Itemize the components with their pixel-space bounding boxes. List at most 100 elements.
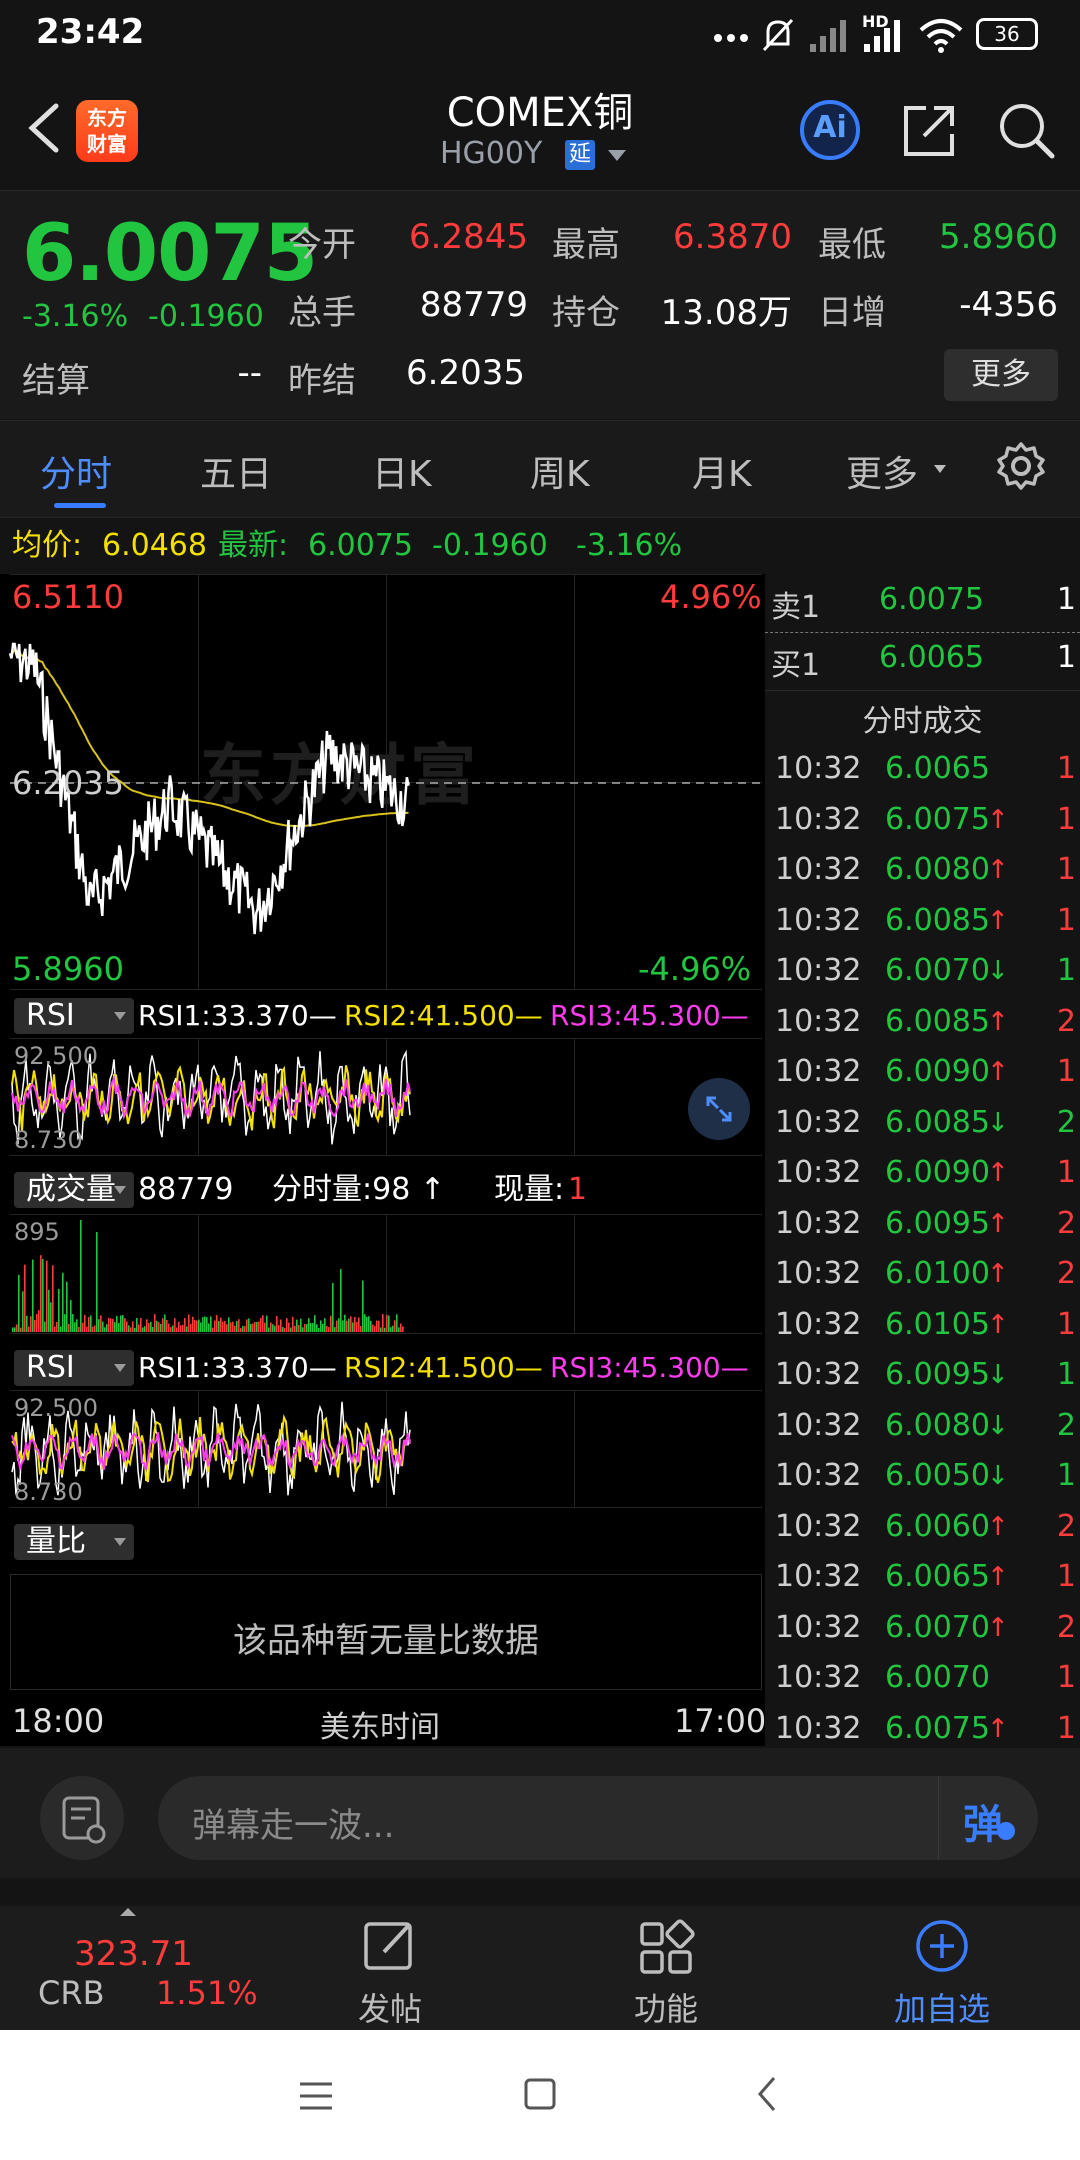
info-change-percent: -3.16% <box>576 528 683 563</box>
comment-list-button[interactable] <box>40 1776 124 1860</box>
tab-weekly-k[interactable]: 周K <box>530 445 590 497</box>
volume-bar <box>64 1314 66 1332</box>
tick-row: 10:32 6.0050 ↓ 1 <box>771 1451 1080 1501</box>
tick-price: 6.0070 <box>885 1660 990 1695</box>
volume-bar <box>66 1281 68 1332</box>
system-back-icon[interactable] <box>752 2074 782 2114</box>
tick-price: 6.0075 <box>885 801 990 837</box>
volume-bar <box>86 1326 88 1332</box>
volume-bar <box>286 1318 288 1332</box>
volume-bar <box>216 1315 218 1332</box>
back-arrow-icon[interactable] <box>20 98 70 158</box>
chart-tabs: 分时 五日 日K 周K 月K 更多 <box>0 420 1080 518</box>
rsi-panel-2[interactable]: 92.500 8.730 <box>0 1390 765 1508</box>
tab-more[interactable]: 更多 <box>846 445 918 497</box>
volume-bar <box>376 1320 378 1332</box>
volume-bar <box>330 1315 332 1332</box>
contract-code[interactable]: HG00Y <box>440 136 542 171</box>
tick-volume: 2 <box>1056 1609 1076 1645</box>
volume-bar <box>182 1324 184 1332</box>
volume-bar <box>360 1326 362 1332</box>
open-value: 6.2845 <box>409 217 528 257</box>
tick-list[interactable]: 10:32 6.0065 1 10:32 6.0075 ↑ 1 10:32 6.0080 ↑ 1 10… <box>765 744 1080 1746</box>
tab-five-day[interactable]: 五日 <box>200 445 272 497</box>
rsi-panel-1[interactable]: 92.500 8.730 <box>0 1038 765 1156</box>
volume-bar <box>316 1324 318 1332</box>
rsi-header-2: RSI RSI1:33.370— RSI2:41.500— RSI3:45.30… <box>0 1348 765 1388</box>
volume-bar <box>382 1314 384 1332</box>
status-time: 23:42 <box>36 12 145 52</box>
menu-icon[interactable] <box>296 2078 336 2114</box>
danmu-input[interactable]: 弹幕走一波... 弹 <box>158 1776 1038 1860</box>
page-title: COMEX铜 <box>446 90 634 136</box>
volume-bar <box>336 1320 338 1332</box>
volume-bar <box>76 1319 78 1332</box>
tick-price: 6.0085 <box>885 1003 990 1039</box>
tick-volume: 1 <box>1056 852 1076 887</box>
more-quote-button[interactable]: 更多 <box>944 349 1058 401</box>
contract-dropdown-icon[interactable] <box>608 150 626 161</box>
volume-bar <box>280 1319 282 1332</box>
tick-price: 6.0085 <box>885 1104 990 1140</box>
price-info-line: 均价: 6.0468 最新: 6.0075 -0.1960 -3.16% <box>0 518 1080 574</box>
tick-time: 10:32 <box>775 1508 862 1544</box>
expand-icon <box>706 1096 732 1122</box>
function-button[interactable]: 功能 <box>586 1906 746 2030</box>
volume-bar <box>124 1318 126 1332</box>
tick-row: 10:32 6.0105 ↑ 1 <box>771 1300 1080 1350</box>
volume-bar <box>102 1321 104 1332</box>
volume-bar <box>386 1314 388 1332</box>
add-watchlist-button[interactable]: 加自选 <box>862 1906 1022 2030</box>
volume-bar <box>240 1327 242 1332</box>
volume-bar <box>262 1315 264 1332</box>
ratio-indicator-select[interactable]: 量比 <box>14 1524 134 1560</box>
tab-monthly-k[interactable]: 月K <box>692 445 752 497</box>
tick-time: 10:32 <box>775 751 862 786</box>
up-arrow-icon: ↑ <box>987 1713 1009 1744</box>
volume-bar <box>354 1316 356 1332</box>
volume-bar <box>194 1320 196 1332</box>
home-icon[interactable] <box>522 2076 558 2112</box>
volume-bar <box>44 1321 46 1332</box>
volume-panel[interactable]: 895 <box>0 1214 765 1334</box>
tick-volume: 1 <box>1056 801 1076 837</box>
chart-area[interactable]: 东方财富 6.5110 4.96% 6.2035 5.8960 -4.96% R… <box>0 574 766 1746</box>
danmu-toggle-button[interactable]: 弹 <box>938 1776 1039 1860</box>
volume-bar <box>352 1322 354 1332</box>
settings-gear-icon[interactable] <box>996 441 1046 491</box>
share-icon[interactable] <box>898 98 962 162</box>
tab-daily-k[interactable]: 日K <box>372 445 432 497</box>
volume-bar <box>332 1283 334 1332</box>
order-book: 卖1 6.0075 1 买1 6.0065 1 <box>765 574 1080 691</box>
volume-bar <box>190 1323 192 1332</box>
up-arrow-icon: ↑ <box>987 1006 1009 1037</box>
volume-bar <box>304 1323 306 1332</box>
volume-indicator-select[interactable]: 成交量 <box>14 1172 134 1208</box>
tick-time: 10:32 <box>775 1306 862 1342</box>
tick-time: 10:32 <box>775 1003 862 1039</box>
search-icon[interactable] <box>994 98 1058 162</box>
down-arrow-icon: ↓ <box>987 1461 1009 1491</box>
volume-bar <box>292 1316 294 1332</box>
expand-chart-button[interactable] <box>688 1078 750 1140</box>
volume-bars-svg <box>12 1220 404 1332</box>
tick-row: 10:32 6.0060 ↑ 2 <box>771 1502 1080 1552</box>
rsi-indicator-select[interactable]: RSI <box>14 998 134 1034</box>
volume-bar <box>206 1317 208 1332</box>
volume-bar <box>322 1323 324 1332</box>
crb-index-item[interactable]: 323.71 CRB 1.51% <box>20 1906 258 2030</box>
volume-bar <box>384 1327 386 1332</box>
rsi-indicator-select-2[interactable]: RSI <box>14 1350 134 1386</box>
price-panel[interactable]: 东方财富 6.5110 4.96% 6.2035 5.8960 -4.96% <box>0 574 765 990</box>
tick-price: 6.0080 <box>885 1407 990 1443</box>
logo-line-1: 东方 <box>87 106 127 130</box>
volume-bar <box>46 1260 48 1332</box>
ai-assistant-button[interactable]: Ai <box>798 98 862 162</box>
volume-bar <box>348 1318 350 1332</box>
volume-bar <box>166 1319 168 1332</box>
volume-bar <box>370 1320 372 1332</box>
volume-bar <box>356 1321 358 1332</box>
tab-intraday[interactable]: 分时 <box>40 445 112 497</box>
more-dots-icon <box>714 34 748 42</box>
post-button[interactable]: 发帖 <box>310 1906 470 2030</box>
